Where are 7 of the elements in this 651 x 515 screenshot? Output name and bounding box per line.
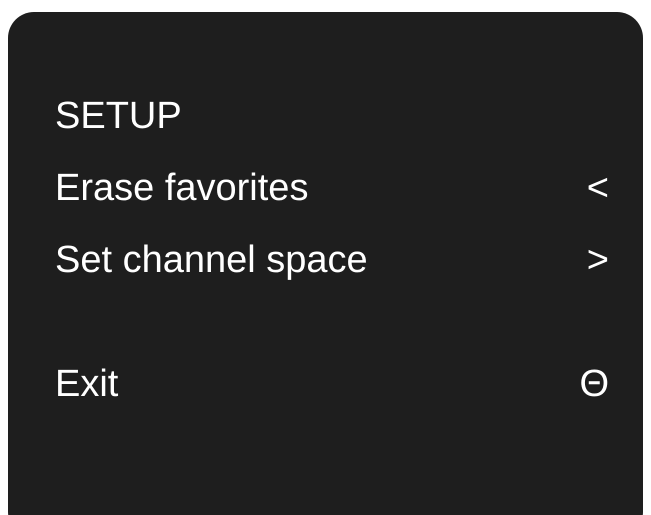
key-symbol: > bbox=[586, 240, 609, 280]
menu-title: SETUP bbox=[55, 96, 183, 136]
exit-item[interactable]: Exit bbox=[55, 364, 118, 404]
menu-item[interactable]: Set channel space bbox=[55, 240, 368, 280]
menu-item[interactable]: Erase favorites bbox=[55, 168, 308, 208]
key-symbol: Θ bbox=[579, 364, 609, 404]
key-symbol: < bbox=[586, 168, 609, 208]
